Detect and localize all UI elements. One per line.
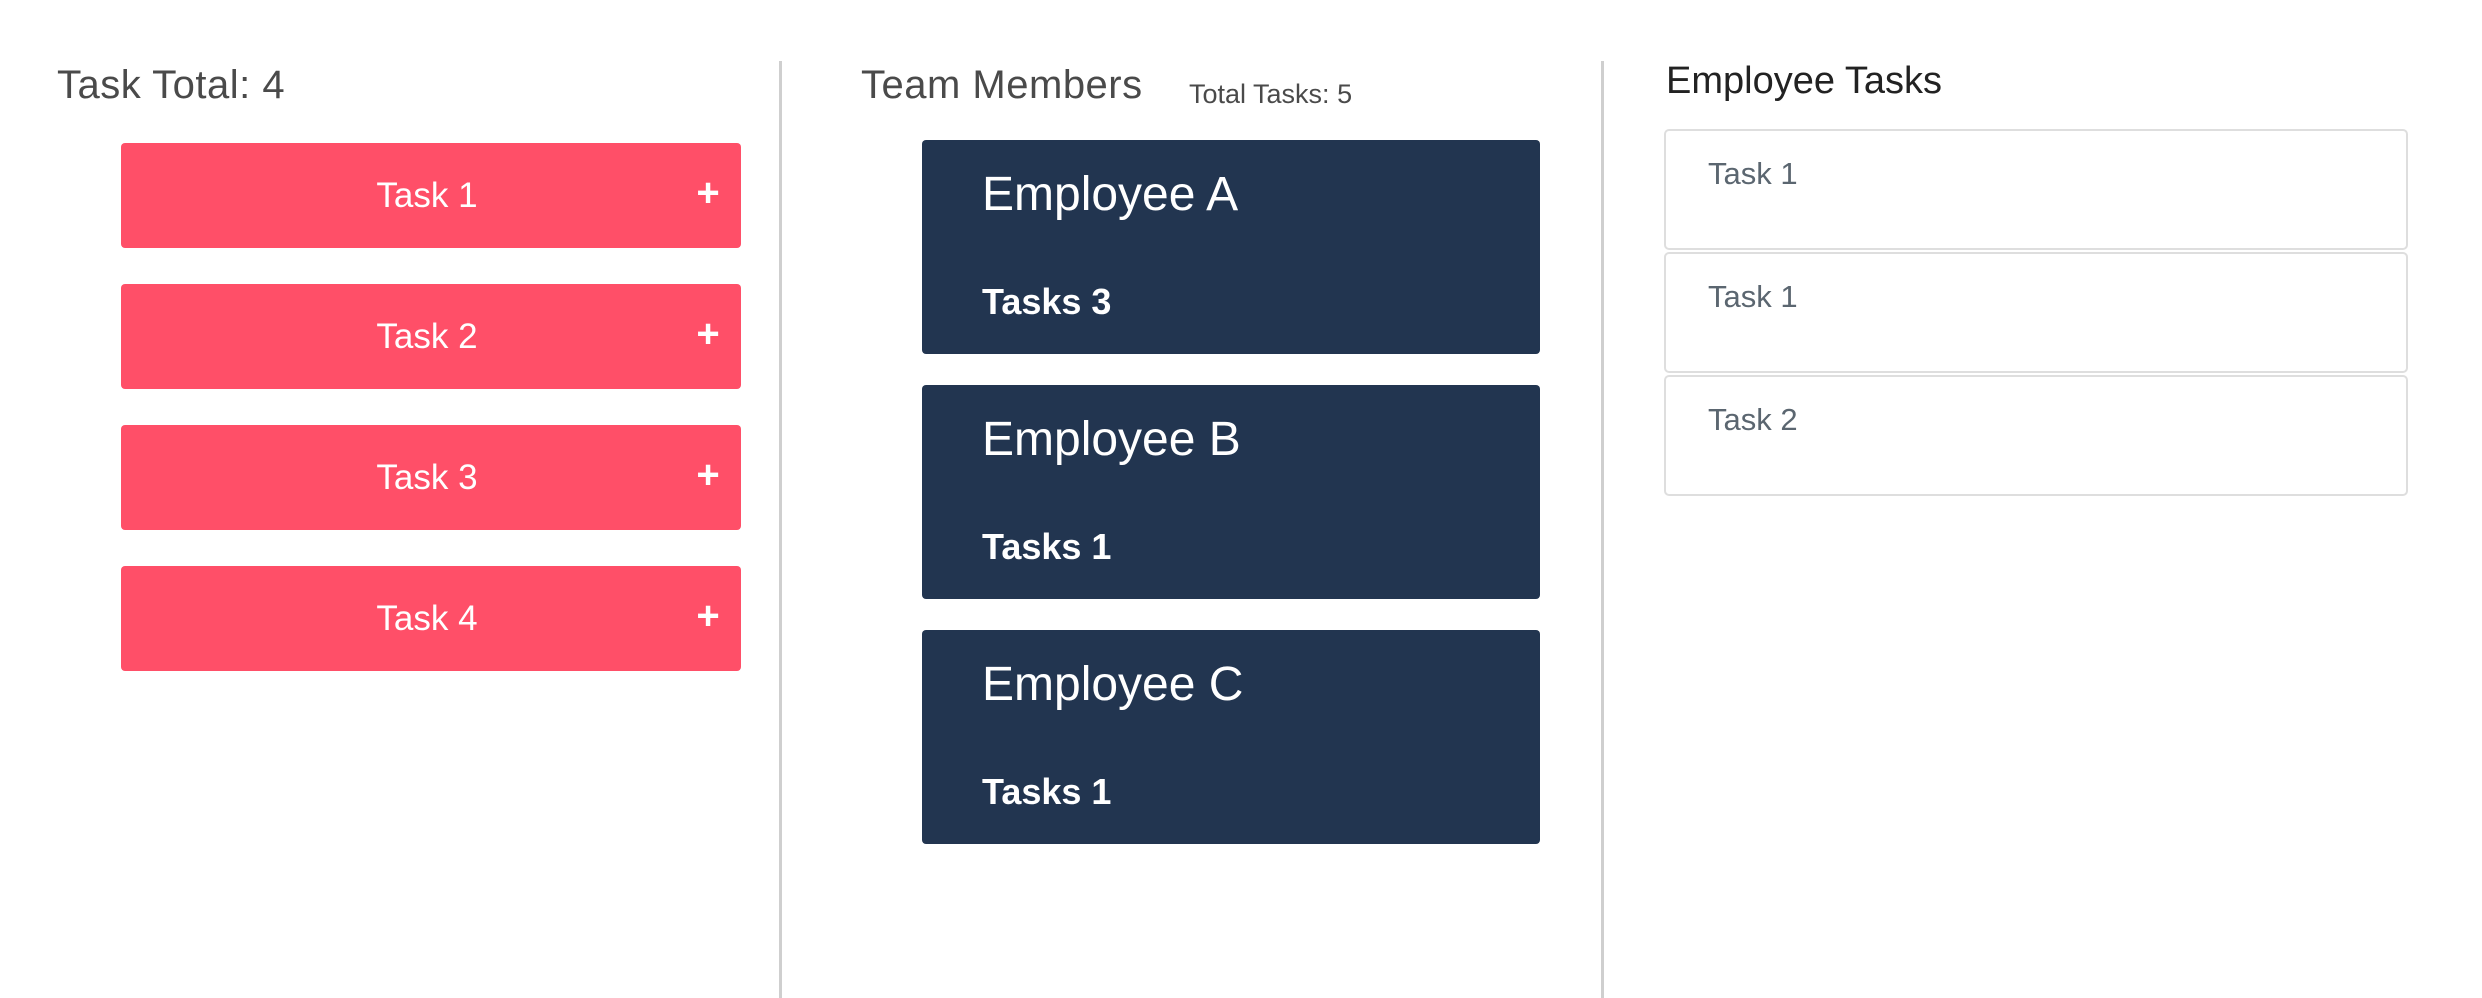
column-divider-left (779, 61, 782, 998)
task-button-3[interactable]: Task 3 + (121, 425, 741, 530)
employee-task-item[interactable]: Task 1 (1664, 129, 2408, 250)
total-tasks-count: Total Tasks: 5 (1189, 79, 1353, 109)
task-button-2[interactable]: Task 2 + (121, 284, 741, 389)
employee-card-a[interactable]: Employee A Tasks 3 (922, 140, 1540, 354)
employee-task-label: Task 1 (1708, 279, 1798, 314)
column-divider-right (1601, 61, 1604, 998)
employee-name: Employee A (982, 168, 1239, 221)
task-list: Task 1 + Task 2 + Task 3 + Task 4 + (121, 143, 741, 707)
plus-icon[interactable]: + (693, 425, 723, 530)
team-members-heading: Team Members (861, 63, 1143, 107)
employee-task-item[interactable]: Task 2 (1664, 375, 2408, 496)
employee-card-c[interactable]: Employee C Tasks 1 (922, 630, 1540, 844)
plus-icon[interactable]: + (693, 143, 723, 248)
employee-tasks-heading: Employee Tasks (1666, 60, 1942, 102)
task-label: Task 4 (376, 599, 478, 638)
task-button-4[interactable]: Task 4 + (121, 566, 741, 671)
task-button-1[interactable]: Task 1 + (121, 143, 741, 248)
task-label: Task 3 (376, 458, 478, 497)
employee-task-count: Tasks 3 (982, 281, 1112, 322)
employee-name: Employee B (982, 413, 1241, 466)
employee-task-count: Tasks 1 (982, 771, 1112, 812)
task-label: Task 1 (376, 176, 478, 215)
task-label: Task 2 (376, 317, 478, 356)
employee-task-list: Task 1 Task 1 Task 2 (1664, 129, 2408, 498)
employee-task-label: Task 1 (1708, 156, 1798, 191)
employee-task-item[interactable]: Task 1 (1664, 252, 2408, 373)
plus-icon[interactable]: + (693, 284, 723, 389)
employee-task-count: Tasks 1 (982, 526, 1112, 567)
employee-name: Employee C (982, 658, 1244, 711)
task-total-heading: Task Total: 4 (57, 63, 286, 107)
plus-icon[interactable]: + (693, 566, 723, 671)
employee-task-label: Task 2 (1708, 402, 1798, 437)
employee-card-b[interactable]: Employee B Tasks 1 (922, 385, 1540, 599)
employee-list: Employee A Tasks 3 Employee B Tasks 1 Em… (922, 140, 1540, 875)
